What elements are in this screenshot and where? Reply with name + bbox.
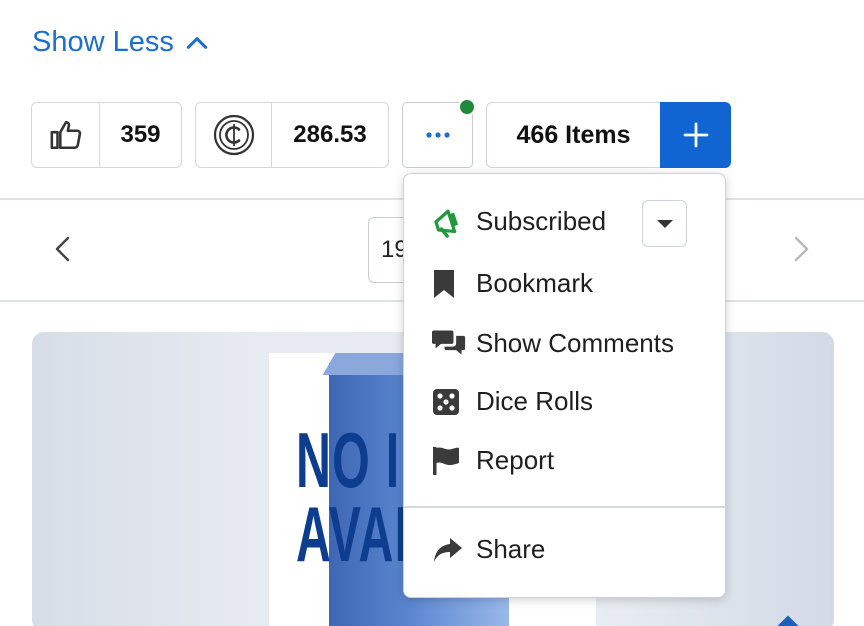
notification-dot: [458, 98, 476, 116]
flag-icon: [432, 446, 466, 476]
add-item-button[interactable]: [660, 102, 731, 168]
previous-page-icon[interactable]: [48, 234, 78, 264]
coin-icon: [196, 103, 272, 167]
menu-item-dice-rolls[interactable]: Dice Rolls: [432, 386, 593, 417]
report-label: Report: [476, 445, 555, 475]
menu-item-share[interactable]: Share: [432, 534, 545, 565]
show-comments-label: Show Comments: [476, 327, 674, 358]
bookmark-icon: [432, 269, 466, 299]
menu-divider: [404, 506, 725, 508]
ellipsis-icon: [425, 132, 450, 138]
show-less-label: Show Less: [32, 26, 174, 58]
likes-count: 359: [120, 121, 161, 148]
megaphone-icon: [432, 204, 466, 238]
dice-rolls-label: Dice Rolls: [476, 386, 594, 416]
comments-icon: [432, 327, 466, 359]
subscribed-label: Subscribed: [476, 205, 607, 236]
subscription-options-dropdown[interactable]: [642, 200, 687, 247]
bookmark-label: Bookmark: [476, 268, 594, 298]
items-count-button[interactable]: 466 Items: [486, 102, 660, 168]
share-icon: [432, 536, 466, 564]
next-page-icon[interactable]: [786, 234, 816, 264]
placeholder-line-2: AVAI: [296, 490, 410, 578]
share-label: Share: [476, 534, 546, 564]
coins-button[interactable]: 286.53: [195, 102, 389, 168]
like-button[interactable]: 359: [31, 102, 182, 168]
items-group: 466 Items: [486, 102, 731, 168]
dice-icon: [432, 388, 466, 416]
plus-icon: [683, 122, 708, 148]
placeholder-image-text: NO I AVAI: [296, 416, 410, 578]
menu-item-bookmark[interactable]: Bookmark: [432, 268, 593, 299]
coins-count: 286.53: [293, 121, 367, 148]
more-options-menu: Subscribed Bookmark Show Comments Dice R…: [403, 173, 726, 598]
caret-down-icon: [656, 219, 673, 228]
show-less-toggle[interactable]: Show Less: [32, 26, 210, 59]
placeholder-line-1: NO I: [296, 416, 401, 504]
thumbs-up-icon: [32, 103, 100, 167]
chevron-up-icon: [186, 36, 208, 49]
menu-item-subscribed[interactable]: Subscribed: [432, 204, 606, 238]
menu-item-report[interactable]: Report: [432, 445, 554, 476]
menu-item-show-comments[interactable]: Show Comments: [432, 327, 674, 359]
more-options-button[interactable]: [402, 98, 476, 168]
